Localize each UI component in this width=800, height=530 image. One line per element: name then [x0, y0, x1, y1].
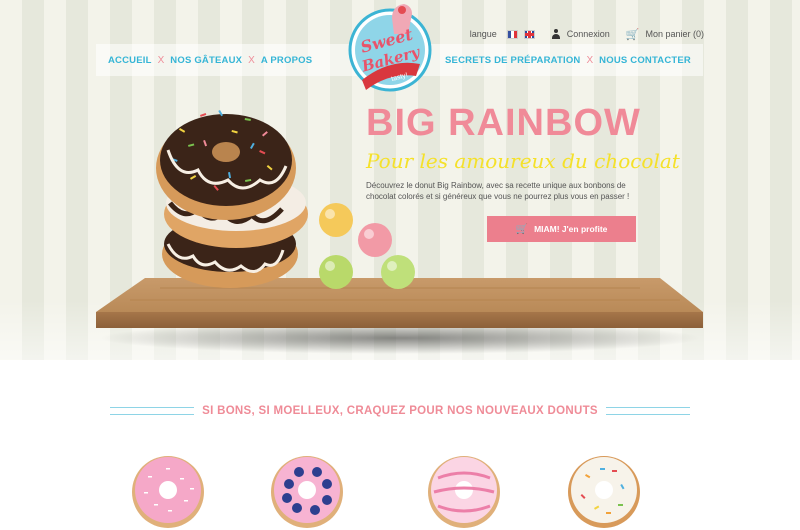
nav-separator: X	[586, 54, 594, 66]
section-header: SI BONS, SI MOELLEUX, CRAQUEZ POUR NOS N…	[0, 400, 800, 422]
sweet-bakery-logo[interactable]: Sweet Bakery tasty!	[348, 2, 432, 102]
nav-nos-gateaux[interactable]: NOS GÂTEAUX	[170, 55, 242, 66]
decorative-line	[110, 407, 195, 415]
products-row	[0, 440, 800, 530]
hero-title: BIG RAINBOW	[366, 102, 641, 144]
hero-tagline: Pour les amoureux du chocolat	[366, 149, 680, 173]
nav-right: SECRETS DE PRÉPARATION X NOUS CONTACTER	[445, 44, 691, 76]
donut-stack	[156, 110, 308, 288]
cta-label: MIAM! J'en profite	[534, 224, 608, 234]
nav-contact[interactable]: NOUS CONTACTER	[599, 55, 691, 66]
hero-banner: langue Connexion 🛒 Mon panier (0) ACCUEI…	[0, 0, 800, 360]
product-pink-coconut-donut[interactable]	[128, 448, 208, 528]
cart-icon: 🛒	[515, 223, 529, 235]
language-label: langue	[469, 29, 497, 39]
cta-button[interactable]: 🛒 MIAM! J'en profite	[487, 216, 636, 242]
nav-separator: X	[248, 54, 255, 66]
flag-fr-icon[interactable]	[506, 29, 518, 39]
product-sprinkles-donut[interactable]	[564, 448, 644, 528]
decorative-line	[605, 407, 690, 415]
user-icon	[551, 29, 561, 39]
hero-description: Découvrez le donut Big Rainbow, avec sa …	[366, 181, 630, 201]
nav-a-propos[interactable]: A PROPOS	[261, 55, 312, 66]
nav-separator: X	[157, 54, 165, 66]
cart-icon: 🛒	[625, 28, 640, 41]
login-link[interactable]: Connexion	[567, 29, 610, 39]
cart-link[interactable]: Mon panier (0)	[645, 29, 704, 39]
product-pink-blueberry-donut[interactable]	[267, 448, 347, 528]
nav-secrets[interactable]: SECRETS DE PRÉPARATION	[445, 55, 580, 66]
product-pink-striped-donut[interactable]	[424, 448, 504, 528]
top-utility-bar: langue Connexion 🛒 Mon panier (0)	[470, 26, 704, 42]
jelly-candies	[319, 203, 415, 289]
nav-accueil[interactable]: ACCUEIL	[108, 55, 152, 66]
nav-left: ACCUEIL X NOS GÂTEAUX X A PROPOS	[108, 44, 312, 76]
flag-gb-icon[interactable]	[523, 29, 535, 39]
section-title: SI BONS, SI MOELLEUX, CRAQUEZ POUR NOS N…	[202, 405, 598, 417]
